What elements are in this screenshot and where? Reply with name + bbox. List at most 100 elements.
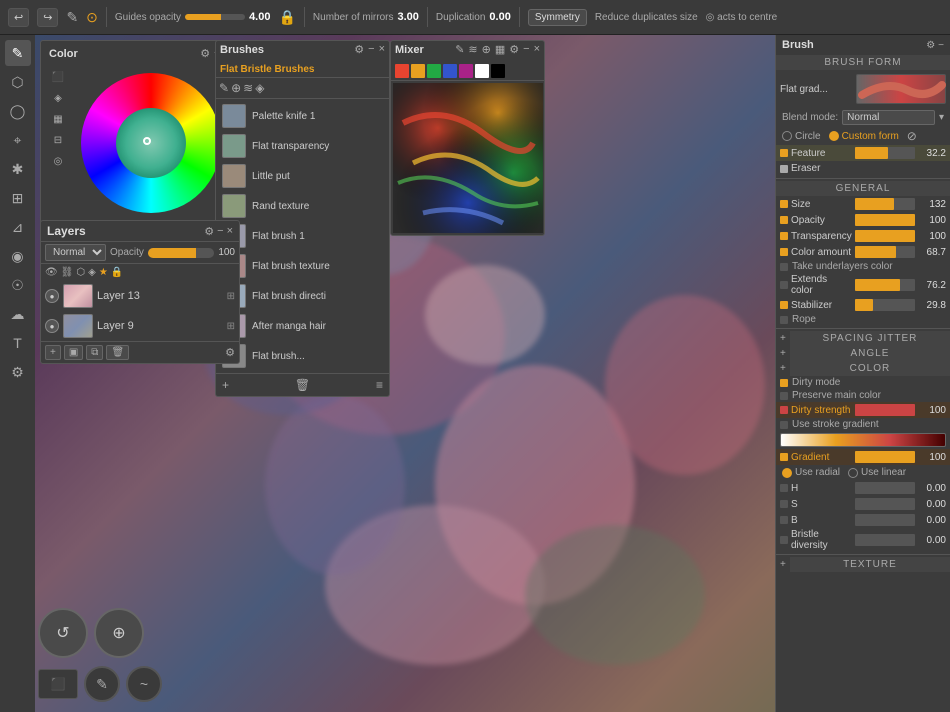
mixer-canvas[interactable] (393, 83, 543, 233)
sidebar-settings-icon[interactable]: ⚙ (5, 359, 31, 385)
layer-1-expand[interactable]: ⊞ (227, 291, 235, 302)
color-amount-bar[interactable] (855, 246, 916, 258)
mixer-swatch-7[interactable] (491, 64, 505, 78)
circle-radio[interactable]: Circle (782, 129, 821, 143)
color-expand-btn[interactable]: + (776, 363, 790, 374)
bristle-bar[interactable] (855, 534, 916, 546)
mixer-tool-1[interactable]: ✎ (455, 43, 464, 56)
guides-slider[interactable] (185, 14, 245, 20)
brush-menu-button[interactable]: ≡ (376, 378, 383, 392)
spacing-expand-btn[interactable]: + (776, 333, 790, 344)
brush-type-4[interactable]: ◈ (255, 81, 264, 95)
color-tool-1[interactable]: ⬛ (49, 68, 67, 86)
layers-minimize-btn[interactable]: − (217, 225, 223, 238)
size-bar[interactable] (855, 198, 916, 210)
mixer-tool-3[interactable]: ⊕ (482, 43, 491, 56)
angle-expand-btn[interactable]: + (776, 348, 790, 359)
sidebar-transform-icon[interactable]: ⊿ (5, 214, 31, 240)
layer-link-btn[interactable]: ⛓ (61, 267, 74, 278)
redo-button[interactable]: ↪ (37, 8, 58, 27)
layer-star-btn[interactable]: ★ (99, 267, 108, 278)
brush-type-3[interactable]: ≋ (243, 81, 253, 95)
transparency-bar[interactable] (855, 230, 915, 242)
mixer-swatch-1[interactable] (395, 64, 409, 78)
undo-button[interactable]: ↩ (8, 8, 29, 27)
sidebar-eyedrop-icon[interactable]: ☉ (5, 272, 31, 298)
mixer-swatch-4[interactable] (443, 64, 457, 78)
layers-settings-btn[interactable]: ⚙ (204, 225, 214, 238)
gradient-bar[interactable] (780, 433, 946, 447)
texture-expand-btn[interactable]: + (776, 559, 790, 570)
mixer-close-button[interactable]: × (534, 43, 540, 56)
symmetry-button[interactable]: Symmetry (528, 9, 587, 26)
list-item[interactable]: Flat brush directi (218, 281, 387, 311)
canvas-rect-btn[interactable]: ⬛ (38, 669, 78, 699)
target-circle-btn[interactable]: ⊕ (94, 608, 144, 658)
sidebar-cursor-icon[interactable]: ✎ (5, 40, 31, 66)
mixer-swatch-3[interactable] (427, 64, 441, 78)
brushes-settings-button[interactable]: ⚙ (354, 43, 364, 56)
color-tool-4[interactable]: ⊟ (49, 131, 67, 149)
opacity-bar[interactable] (148, 248, 214, 258)
brushes-close-button[interactable]: × (379, 43, 385, 56)
brushes-minimize-button[interactable]: − (368, 43, 374, 56)
table-row[interactable]: ● Layer 13 ⊞ (41, 281, 239, 311)
layer-clip-btn[interactable]: ◈ (88, 267, 96, 278)
mixer-tool-2[interactable]: ≋ (468, 43, 477, 56)
list-item[interactable]: Flat transparency (218, 131, 387, 161)
h-bar[interactable] (855, 482, 916, 494)
mixer-swatch-2[interactable] (411, 64, 425, 78)
sidebar-circle-icon[interactable]: ◯ (5, 98, 31, 124)
layers-gear-btn[interactable]: ⚙ (225, 346, 235, 359)
custom-form-random-btn[interactable]: ⊘ (907, 129, 917, 143)
layer-group-btn[interactable]: ▣ (64, 345, 83, 360)
blend-mode-select[interactable]: Normal (842, 110, 935, 125)
layer-2-visibility[interactable]: ● (45, 319, 59, 333)
mixer-swatch-6[interactable] (475, 64, 489, 78)
layer-2-expand[interactable]: ⊞ (227, 321, 235, 332)
layer-copy-btn[interactable]: ⧉ (86, 345, 103, 360)
undo-circle-btn[interactable]: ↺ (38, 608, 88, 658)
list-item[interactable]: Flat brush 1 (218, 221, 387, 251)
dirty-strength-bar[interactable] (855, 404, 916, 416)
layer-mode-select[interactable]: Normal (45, 244, 106, 261)
brush-add-button[interactable]: + (222, 378, 229, 392)
mixer-swatch-5[interactable] (459, 64, 473, 78)
color-indicator[interactable] (143, 137, 151, 145)
mixer-tool-4[interactable]: ▦ (495, 43, 505, 56)
brush-icon[interactable]: ✎ (66, 9, 78, 26)
color-tool-3[interactable]: ▦ (49, 110, 67, 128)
mixer-settings-button[interactable]: ⚙ (509, 43, 519, 56)
brush-small-btn[interactable]: ✎ (84, 666, 120, 702)
radial-radio[interactable]: Use radial (782, 467, 840, 478)
gradient-bar-control[interactable] (855, 451, 916, 463)
list-item[interactable]: Flat brush... (218, 341, 387, 371)
list-item[interactable]: Little put (218, 161, 387, 191)
linear-radio[interactable]: Use linear (848, 467, 906, 478)
list-item[interactable]: Rand texture (218, 191, 387, 221)
extends-color-bar[interactable] (855, 279, 916, 291)
brush-panel-settings-btn[interactable]: ⚙ (926, 40, 935, 51)
blend-mode-arrow[interactable]: ▾ (939, 112, 944, 123)
layer-lock-btn[interactable]: 🔒 (111, 267, 123, 278)
custom-radio[interactable]: Custom form (829, 129, 899, 143)
color-wheel[interactable] (81, 68, 221, 218)
color-tool-5[interactable]: ◎ (49, 152, 67, 170)
sidebar-star-icon[interactable]: ✱ (5, 156, 31, 182)
list-item[interactable]: Flat brush texture (218, 251, 387, 281)
sidebar-grid-icon[interactable]: ⊞ (5, 185, 31, 211)
sidebar-smear-icon[interactable]: ☁ (5, 301, 31, 327)
symmetry-icon[interactable]: ⊙ (86, 9, 98, 26)
layer-trash-btn[interactable]: 🗑 (106, 345, 129, 360)
feature-bar[interactable] (855, 147, 916, 159)
layers-close-btn[interactable]: × (227, 225, 233, 238)
list-item[interactable]: Palette knife 1 (218, 101, 387, 131)
brush-delete-button[interactable]: 🗑 (295, 378, 310, 392)
stabilizer-bar[interactable] (855, 299, 916, 311)
b-bar[interactable] (855, 514, 916, 526)
brush-type-2[interactable]: ⊕ (231, 81, 241, 95)
color-settings-button[interactable]: ⚙ (200, 47, 210, 60)
sidebar-select-icon[interactable]: ⌖ (5, 127, 31, 153)
smudge-small-btn[interactable]: ~ (126, 666, 162, 702)
list-item[interactable]: After manga hair (218, 311, 387, 341)
